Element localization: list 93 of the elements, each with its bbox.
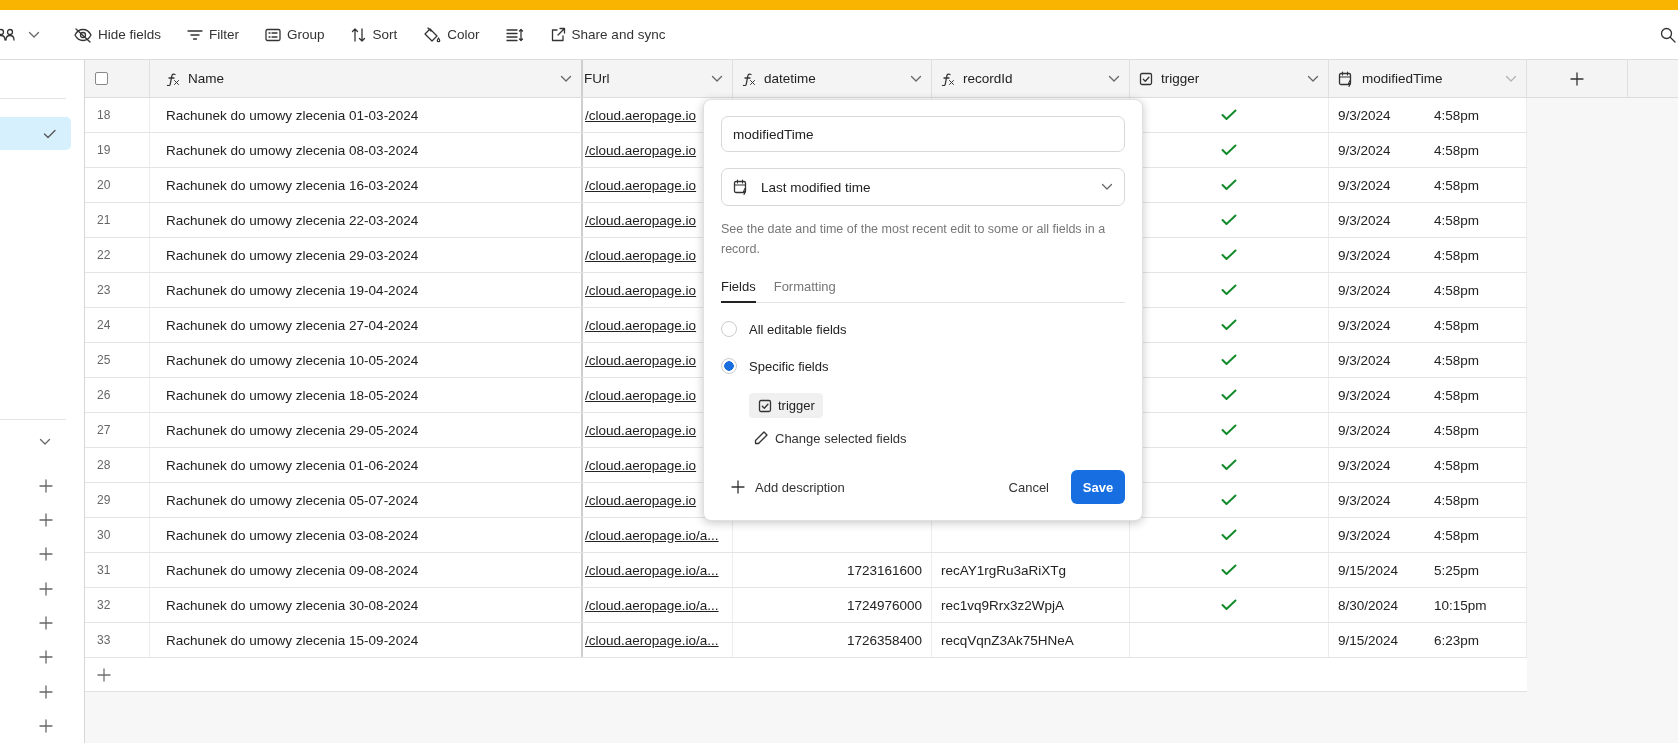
- time-text: 4:58pm: [1434, 492, 1480, 508]
- column-header[interactable]: trigger: [1130, 60, 1329, 97]
- toolbar-button[interactable]: Share and sync: [541, 22, 674, 47]
- row-number: 30: [85, 518, 150, 552]
- date-text: 9/15/2024: [1338, 632, 1400, 648]
- row-number: 28: [85, 448, 150, 482]
- toolbar-button[interactable]: Color: [415, 22, 488, 47]
- row-number: 27: [85, 413, 150, 447]
- url-link[interactable]: /cloud.aeropage.io/a...: [585, 597, 719, 613]
- url-link[interactable]: /cloud.aeropage.io: [585, 422, 697, 438]
- row-number: 31: [85, 553, 150, 587]
- date-text: 9/3/2024: [1338, 177, 1392, 193]
- date-text: 9/3/2024: [1338, 317, 1392, 333]
- time-text: 5:25pm: [1434, 562, 1480, 578]
- tab[interactable]: Formatting: [773, 279, 836, 302]
- date-text: 9/3/2024: [1338, 107, 1392, 123]
- toolbar-button[interactable]: Group: [257, 23, 333, 46]
- column-header[interactable]: recordId: [932, 60, 1130, 97]
- column-header[interactable]: FUrl: [583, 60, 733, 97]
- time-text: 10:15pm: [1434, 597, 1487, 613]
- row-number: 25: [85, 343, 150, 377]
- field-name-input[interactable]: modifiedTime: [721, 116, 1125, 152]
- toolbar-button[interactable]: Hide fields: [66, 22, 170, 47]
- url-link[interactable]: /cloud.aeropage.io: [585, 282, 697, 298]
- toolbar-button[interactable]: Sort: [342, 22, 406, 47]
- table-cell: recAY1rgRu3aRiXTg: [932, 553, 1130, 587]
- row-number: 21: [85, 203, 150, 237]
- url-link[interactable]: /cloud.aeropage.io: [585, 177, 697, 193]
- date-text: 9/3/2024: [1338, 387, 1392, 403]
- table-cell: 1724976000: [733, 588, 932, 622]
- date-text: 9/15/2024: [1338, 562, 1400, 578]
- time-text: 4:58pm: [1434, 422, 1480, 438]
- option-label: All editable fields: [749, 321, 847, 337]
- time-text: 4:58pm: [1434, 352, 1480, 368]
- add-description-button[interactable]: Add description: [721, 475, 855, 499]
- date-text: 9/3/2024: [1338, 352, 1392, 368]
- date-text: 9/3/2024: [1338, 212, 1392, 228]
- url-link[interactable]: /cloud.aeropage.io: [585, 107, 697, 123]
- column-header[interactable]: modifiedTime: [1329, 60, 1527, 97]
- time-text: 4:58pm: [1434, 527, 1480, 543]
- time-text: 4:58pm: [1434, 107, 1480, 123]
- url-link[interactable]: /cloud.aeropage.io: [585, 387, 697, 403]
- url-link[interactable]: /cloud.aeropage.io: [585, 492, 697, 508]
- time-text: 4:58pm: [1434, 212, 1480, 228]
- toolbar-button[interactable]: Filter: [179, 23, 248, 46]
- url-link[interactable]: /cloud.aeropage.io/a...: [585, 527, 719, 543]
- url-link[interactable]: /cloud.aeropage.io: [585, 457, 697, 473]
- time-text: 4:58pm: [1434, 142, 1480, 158]
- row-number: 29: [85, 483, 150, 517]
- row-number: 22: [85, 238, 150, 272]
- row-number: 24: [85, 308, 150, 342]
- time-text: 4:58pm: [1434, 457, 1480, 473]
- table-cell: 1723161600: [733, 553, 932, 587]
- date-text: 9/3/2024: [1338, 457, 1392, 473]
- time-text: 6:23pm: [1434, 632, 1480, 648]
- column-header[interactable]: datetime: [733, 60, 932, 97]
- date-text: 8/30/2024: [1338, 597, 1400, 613]
- date-text: 9/3/2024: [1338, 492, 1392, 508]
- row-number: 23: [85, 273, 150, 307]
- row-number: 19: [85, 133, 150, 167]
- table-cell: recqVqnZ3Ak75HNeA: [932, 623, 1130, 657]
- time-text: 4:58pm: [1434, 317, 1480, 333]
- table-cell: 1726358400: [733, 623, 932, 657]
- row-number: 32: [85, 588, 150, 622]
- date-text: 9/3/2024: [1338, 282, 1392, 298]
- row-number: 33: [85, 623, 150, 657]
- field-description: See the date and time of the most recent edit to some or all fields in a record.: [721, 221, 1107, 258]
- table-cell: rec1vq9Rrx3z2WpjA: [932, 588, 1130, 622]
- tab[interactable]: Fields: [721, 279, 756, 303]
- url-link[interactable]: /cloud.aeropage.io: [585, 352, 697, 368]
- url-link[interactable]: /cloud.aeropage.io: [585, 317, 697, 333]
- option-label: Specific fields: [749, 358, 829, 374]
- time-text: 4:58pm: [1434, 387, 1480, 403]
- url-link[interactable]: /cloud.aeropage.io/a...: [585, 562, 719, 578]
- date-text: 9/3/2024: [1338, 142, 1392, 158]
- save-button[interactable]: Save: [1071, 470, 1125, 504]
- time-text: 4:58pm: [1434, 282, 1480, 298]
- time-text: 4:58pm: [1434, 247, 1480, 263]
- row-number: 20: [85, 168, 150, 202]
- time-text: 4:58pm: [1434, 177, 1480, 193]
- date-text: 9/3/2024: [1338, 422, 1392, 438]
- url-link[interactable]: /cloud.aeropage.io/a...: [585, 632, 719, 648]
- url-link[interactable]: /cloud.aeropage.io: [585, 247, 697, 263]
- date-text: 9/3/2024: [1338, 247, 1392, 263]
- date-text: 9/3/2024: [1338, 527, 1392, 543]
- field-chip: trigger: [749, 393, 823, 418]
- row-number: 26: [85, 378, 150, 412]
- url-link[interactable]: /cloud.aeropage.io: [585, 212, 697, 228]
- field-type-dropdown[interactable]: Last modified time: [721, 168, 1125, 206]
- cancel-button[interactable]: Cancel: [998, 473, 1059, 501]
- row-number: 18: [85, 98, 150, 132]
- url-link[interactable]: /cloud.aeropage.io: [585, 142, 697, 158]
- change-fields-link[interactable]: Change selected fields: [753, 430, 907, 446]
